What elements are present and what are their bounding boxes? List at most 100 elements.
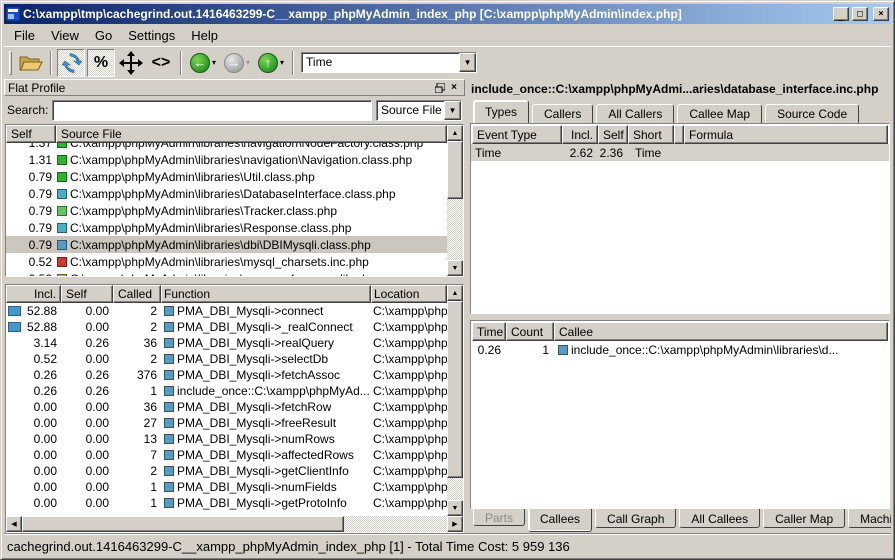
column-header-self[interactable]: Self bbox=[61, 285, 113, 303]
event-type-combobox[interactable]: Time ▼ bbox=[301, 52, 477, 73]
back-dropdown-icon[interactable]: ▾ bbox=[212, 58, 216, 67]
column-header-incl[interactable]: Incl. bbox=[562, 125, 598, 144]
source-file-row[interactable]: 1.31 C:\xampp\phpMyAdmin\libraries\navig… bbox=[6, 151, 447, 168]
function-row[interactable]: 0.00 0.00 1 PMA_DBI_Mysqli->numFields C:… bbox=[6, 479, 447, 495]
bottom-tab[interactable]: Callees bbox=[528, 509, 592, 532]
scroll-down-icon[interactable]: ▼ bbox=[447, 500, 463, 516]
scroll-down-icon[interactable]: ▼ bbox=[447, 260, 463, 276]
detail-tab[interactable]: Callers bbox=[532, 104, 593, 123]
search-input[interactable] bbox=[52, 100, 372, 121]
column-header-blank[interactable] bbox=[674, 125, 684, 144]
function-row[interactable]: 0.26 0.26 1 include_once::C:\xampp\phpMy… bbox=[6, 383, 447, 399]
scroll-left-icon[interactable]: ◀ bbox=[6, 516, 22, 532]
source-file-row[interactable]: 0.52 C:\xampp\phpMyAdmin\libraries\user_… bbox=[6, 270, 447, 276]
function-table-horizontal-scrollbar[interactable]: ◀ ▶ bbox=[6, 516, 463, 532]
detail-tab[interactable]: All Callers bbox=[596, 104, 674, 123]
dock-splitter[interactable] bbox=[4, 277, 465, 284]
title-bar[interactable]: C:\xampp\tmp\cachegrind.out.1416463299-C… bbox=[4, 4, 891, 24]
detail-tab[interactable]: Types bbox=[473, 100, 529, 123]
scrollbar-thumb[interactable] bbox=[447, 301, 463, 478]
up-icon[interactable]: ↑ bbox=[258, 53, 278, 73]
scrollbar-thumb[interactable] bbox=[22, 516, 344, 532]
menu-item[interactable]: File bbox=[6, 26, 43, 45]
column-header-source-file[interactable]: Source File bbox=[56, 125, 447, 143]
event-type-row[interactable]: Time 2.62 2.36 Time bbox=[471, 144, 889, 161]
float-dock-button[interactable] bbox=[433, 81, 447, 94]
menu-item[interactable]: Go bbox=[87, 26, 120, 45]
dock-header[interactable]: Flat Profile × bbox=[4, 79, 465, 96]
source-file-row[interactable]: 0.79 C:\xampp\phpMyAdmin\libraries\dbi\D… bbox=[6, 236, 447, 253]
function-icon bbox=[164, 498, 174, 508]
function-table-vertical-scrollbar[interactable]: ▲ ▼ bbox=[447, 285, 463, 516]
callee-icon bbox=[558, 345, 568, 355]
group-by-combobox[interactable]: Source File ▼ bbox=[376, 100, 462, 121]
function-row[interactable]: 52.88 0.00 2 PMA_DBI_Mysqli->_realConnec… bbox=[6, 319, 447, 335]
detail-tab[interactable]: Source Code bbox=[765, 104, 859, 123]
column-header-callee[interactable]: Callee bbox=[554, 322, 888, 341]
source-file-row[interactable]: 0.79 C:\xampp\phpMyAdmin\libraries\Track… bbox=[6, 202, 447, 219]
maximize-button[interactable]: □ bbox=[852, 7, 868, 21]
function-icon bbox=[164, 418, 174, 428]
close-dock-button[interactable]: × bbox=[447, 81, 461, 94]
function-row[interactable]: 0.00 0.00 7 PMA_DBI_Mysqli->affectedRows… bbox=[6, 447, 447, 463]
cost-color-icon bbox=[57, 257, 67, 267]
bottom-tab[interactable]: Machine bbox=[848, 509, 891, 528]
scrollbar-thumb[interactable] bbox=[447, 141, 463, 199]
cycle-detection-button[interactable] bbox=[57, 49, 85, 77]
combobox-dropdown-icon[interactable]: ▼ bbox=[459, 53, 476, 72]
column-header-called[interactable]: Called bbox=[113, 285, 161, 303]
function-row[interactable]: 0.00 0.00 2 PMA_DBI_Mysqli->getClientInf… bbox=[6, 463, 447, 479]
function-row[interactable]: 52.88 0.00 2 PMA_DBI_Mysqli->connect C:\… bbox=[6, 303, 447, 319]
combobox-dropdown-icon[interactable]: ▼ bbox=[444, 101, 461, 120]
function-row[interactable]: 3.14 0.26 36 PMA_DBI_Mysqli->realQuery C… bbox=[6, 335, 447, 351]
callee-row[interactable]: 0.26 1 include_once::C:\xampp\phpMyAdmin… bbox=[471, 341, 889, 358]
back-icon[interactable]: ← bbox=[190, 53, 210, 73]
expand-areas-button[interactable] bbox=[117, 49, 145, 77]
column-header-event-type[interactable]: Event Type bbox=[472, 125, 562, 144]
scroll-up-icon[interactable]: ▲ bbox=[447, 125, 463, 141]
scroll-right-icon[interactable]: ▶ bbox=[447, 516, 463, 532]
bottom-tab-bar: PartsCalleesCall GraphAll CalleesCaller … bbox=[469, 509, 891, 533]
column-header-self[interactable]: Self bbox=[6, 125, 56, 143]
event-types-body: Time 2.62 2.36 Time bbox=[471, 144, 889, 313]
minimize-button[interactable]: _ bbox=[833, 7, 849, 21]
column-header-incl[interactable]: Incl. bbox=[6, 285, 61, 303]
back-button-group[interactable]: ← ▾ bbox=[187, 53, 219, 73]
function-row[interactable]: 0.00 0.00 13 PMA_DBI_Mysqli->numRows C:\… bbox=[6, 431, 447, 447]
up-button-group[interactable]: ↑ ▾ bbox=[255, 53, 287, 73]
column-header-location[interactable]: Location bbox=[371, 285, 447, 303]
column-header-short[interactable]: Short bbox=[628, 125, 674, 144]
function-row[interactable]: 0.26 0.26 376 PMA_DBI_Mysqli->fetchAssoc… bbox=[6, 367, 447, 383]
column-header-formula[interactable]: Formula bbox=[684, 125, 888, 144]
menu-item[interactable]: Settings bbox=[120, 26, 183, 45]
function-row[interactable]: 0.00 0.00 27 PMA_DBI_Mysqli->freeResult … bbox=[6, 415, 447, 431]
column-header-function[interactable]: Function bbox=[161, 285, 371, 303]
percentage-button[interactable]: % bbox=[87, 49, 115, 77]
column-header-count[interactable]: Count bbox=[506, 322, 554, 341]
toolbar-handle[interactable] bbox=[9, 51, 12, 75]
bottom-tab[interactable]: All Callees bbox=[679, 509, 760, 528]
source-file-row[interactable]: 0.79 C:\xampp\phpMyAdmin\libraries\Datab… bbox=[6, 185, 447, 202]
detail-tab[interactable]: Callee Map bbox=[677, 104, 762, 123]
bottom-tab[interactable]: Caller Map bbox=[763, 509, 845, 528]
function-icon bbox=[164, 482, 174, 492]
open-file-button[interactable] bbox=[17, 49, 45, 77]
function-row[interactable]: 0.00 0.00 1 PMA_DBI_Mysqli->getProtoInfo… bbox=[6, 495, 447, 511]
bottom-tab[interactable]: Call Graph bbox=[595, 509, 676, 528]
scroll-up-icon[interactable]: ▲ bbox=[447, 285, 463, 301]
bottom-tab[interactable]: Parts bbox=[473, 509, 525, 526]
source-file-row[interactable]: 0.79 C:\xampp\phpMyAdmin\libraries\Respo… bbox=[6, 219, 447, 236]
column-header-time[interactable]: Time bbox=[472, 322, 506, 341]
source-file-row[interactable]: 1.37 C:\xampp\phpMyAdmin\libraries\navig… bbox=[6, 143, 447, 151]
close-button[interactable]: × bbox=[873, 7, 889, 21]
function-row[interactable]: 0.52 0.00 2 PMA_DBI_Mysqli->selectDb C:\… bbox=[6, 351, 447, 367]
column-header-self[interactable]: Self bbox=[598, 125, 628, 144]
source-table-vertical-scrollbar[interactable]: ▲ ▼ bbox=[447, 125, 463, 276]
source-file-row[interactable]: 0.79 C:\xampp\phpMyAdmin\libraries\Util.… bbox=[6, 168, 447, 185]
source-file-row[interactable]: 0.52 C:\xampp\phpMyAdmin\libraries\mysql… bbox=[6, 253, 447, 270]
menu-item[interactable]: View bbox=[43, 26, 87, 45]
menu-item[interactable]: Help bbox=[183, 26, 226, 45]
shorten-templates-button[interactable]: <> bbox=[147, 49, 175, 77]
up-dropdown-icon[interactable]: ▾ bbox=[280, 58, 284, 67]
function-row[interactable]: 0.00 0.00 36 PMA_DBI_Mysqli->fetchRow C:… bbox=[6, 399, 447, 415]
